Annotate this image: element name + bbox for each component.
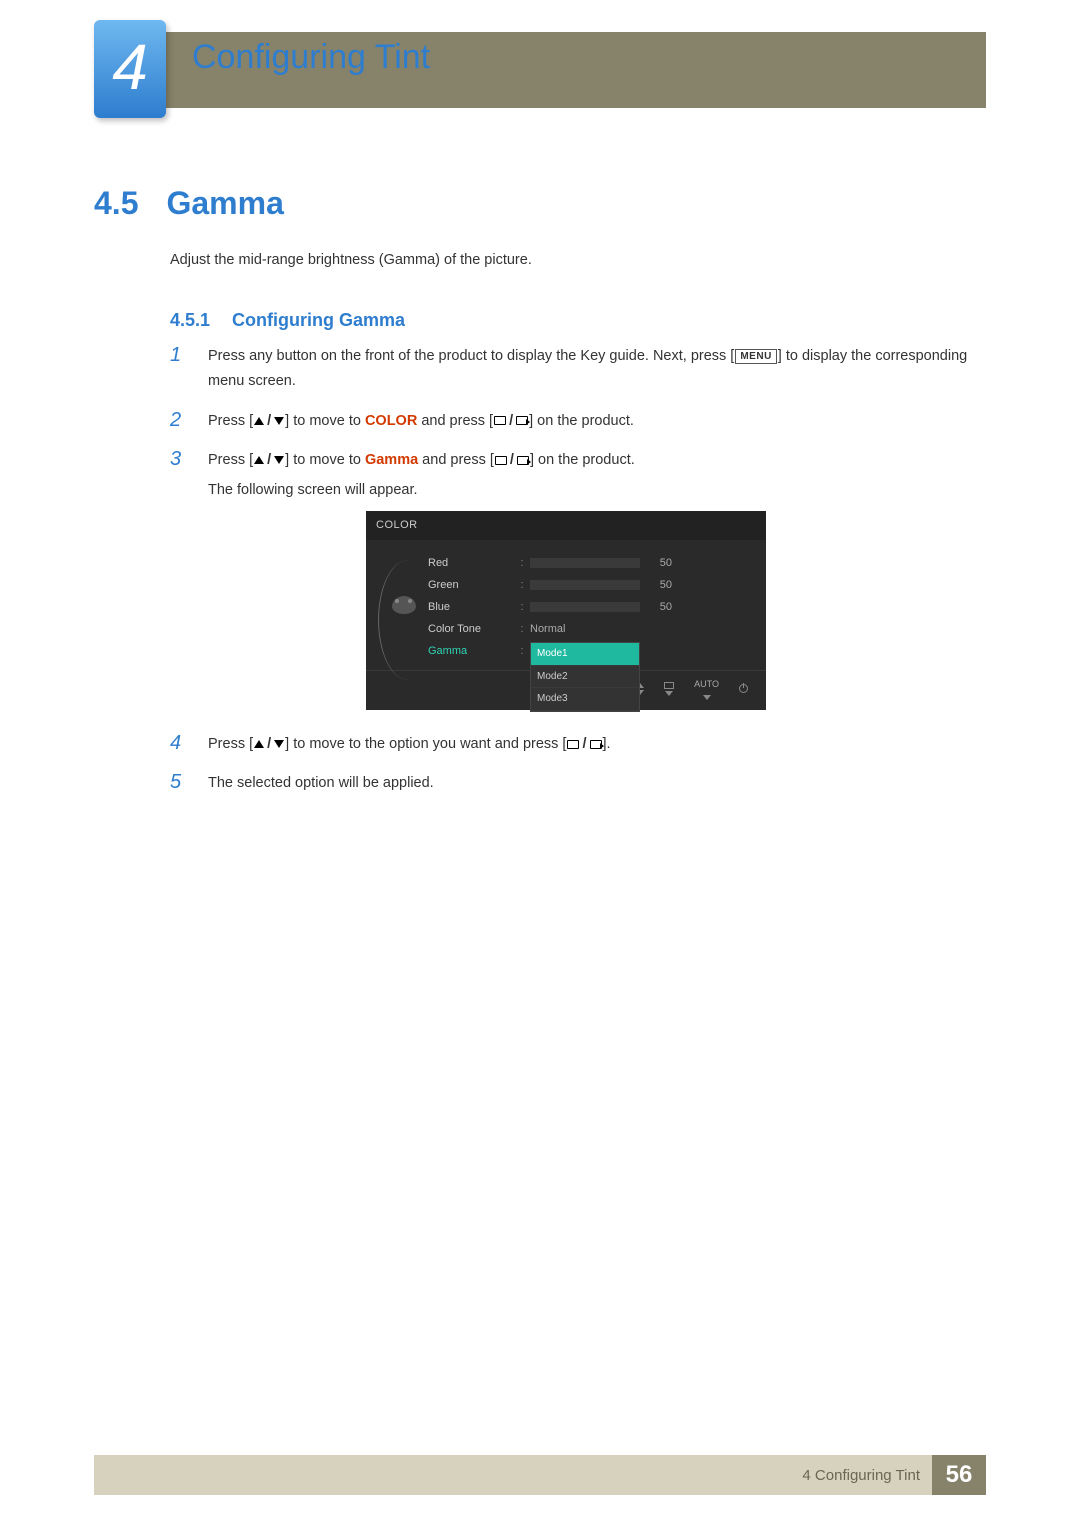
osd-row-red: Red : 50 [428,552,752,574]
slash: / [267,452,271,468]
power-icon [739,684,748,693]
step-text: The selected option will be applied. [208,771,434,800]
up-arrow-icon [254,456,264,464]
osd-nav-enter [664,682,674,696]
keyword-gamma: Gamma [365,452,418,468]
osd-nav-auto: AUTO [694,677,719,700]
osd-panel: COLOR Red : 50 [366,511,766,710]
osd-label: Green [428,576,514,595]
footer-page-number: 56 [932,1455,986,1495]
slash: / [509,413,513,429]
source-icon [590,740,602,749]
osd-label: Gamma [428,642,514,661]
text: ]. [603,736,611,752]
step-text: Press [ / ] to move to the option you want… [208,732,611,761]
source-icon [517,456,529,465]
osd-row-green: Green : 50 [428,574,752,596]
text: ] on the product. [530,452,635,468]
down-arrow-icon [274,456,284,464]
footer-band: 4 Configuring Tint 56 [94,1455,986,1495]
step-number: 3 [170,448,190,722]
text: ] to move to the option you want and pre… [285,736,566,752]
text: and press [ [417,413,493,429]
slash: / [510,452,514,468]
osd-value: 50 [648,598,672,617]
osd-option-mode2: Mode2 [531,666,639,689]
osd-value: 50 [648,554,672,573]
osd-nav-power [739,684,748,693]
text: Press any button on the front of the pro… [208,348,734,364]
osd-row-colortone: Color Tone : Normal [428,618,752,640]
subsection-name: Configuring Gamma [232,310,405,331]
step-5: 5 The selected option will be applied. [170,771,984,800]
osd-slider [530,580,640,590]
colon: : [514,576,530,595]
text: ] on the product. [529,413,634,429]
section-heading: 4.5 Gamma [94,185,284,222]
chapter-number-badge: 4 [94,20,166,118]
down-arrow-icon [274,417,284,425]
enter-icon [495,456,507,465]
step-text: Press [ / ] to move to Gamma and press [ /]… [208,448,766,722]
section-intro: Adjust the mid-range brightness (Gamma) … [170,252,532,268]
enter-icon [664,682,674,689]
osd-slider [530,558,640,568]
section-name: Gamma [166,185,283,222]
text: Press [ [208,413,253,429]
text: Press [ [208,452,253,468]
osd-slider [530,602,640,612]
text: The selected option will be applied. [208,771,434,796]
osd-value: Normal [530,620,565,639]
down-arrow-icon [274,740,284,748]
down-arrow-icon [665,691,673,696]
footer-label: 4 Configuring Tint [802,1467,920,1484]
steps-list: 1 Press any button on the front of the p… [170,344,984,811]
osd-title: COLOR [366,511,766,540]
source-icon [516,416,528,425]
slash: / [267,736,271,752]
colon: : [514,620,530,639]
colon: : [514,598,530,617]
palette-icon [392,596,416,614]
osd-gamma-dropdown: Mode1 Mode2 Mode3 [530,642,640,712]
slash: / [582,736,586,752]
step-number: 5 [170,771,190,800]
step-text: Press [ / ] to move to COLOR and press [ /]… [208,409,634,438]
step-4: 4 Press [ / ] to move to the option you wa… [170,732,984,761]
subsection-heading: 4.5.1 Configuring Gamma [170,310,405,331]
osd-option-mode1: Mode1 [531,643,639,666]
step-text: Press any button on the front of the pro… [208,344,984,399]
step-1: 1 Press any button on the front of the p… [170,344,984,399]
text: ] to move to [285,413,365,429]
step-number: 2 [170,409,190,438]
osd-row-blue: Blue : 50 [428,596,752,618]
auto-label: AUTO [694,677,719,693]
enter-icon [567,740,579,749]
section-number: 4.5 [94,185,138,222]
osd-option-mode3: Mode3 [531,688,639,711]
step-3: 3 Press [ / ] to move to Gamma and press [… [170,448,984,722]
chapter-title: Configuring Tint [192,38,430,77]
step-subtext: The following screen will appear. [208,478,766,503]
down-arrow-icon [703,695,711,700]
menu-key-icon: MENU [735,349,776,364]
colon: : [514,554,530,573]
osd-label: Color Tone [428,620,514,639]
text: and press [ [418,452,494,468]
step-number: 1 [170,344,190,399]
osd-label: Blue [428,598,514,617]
up-arrow-icon [254,417,264,425]
osd-label: Red [428,554,514,573]
subsection-number: 4.5.1 [170,310,210,331]
text: ] to move to [285,452,365,468]
up-arrow-icon [254,740,264,748]
colon: : [514,642,530,661]
osd-value: 50 [648,576,672,595]
text: Press [ [208,736,253,752]
step-2: 2 Press [ / ] to move to COLOR and press [… [170,409,984,438]
keyword-color: COLOR [365,413,417,429]
step-number: 4 [170,732,190,761]
enter-icon [494,416,506,425]
slash: / [267,413,271,429]
